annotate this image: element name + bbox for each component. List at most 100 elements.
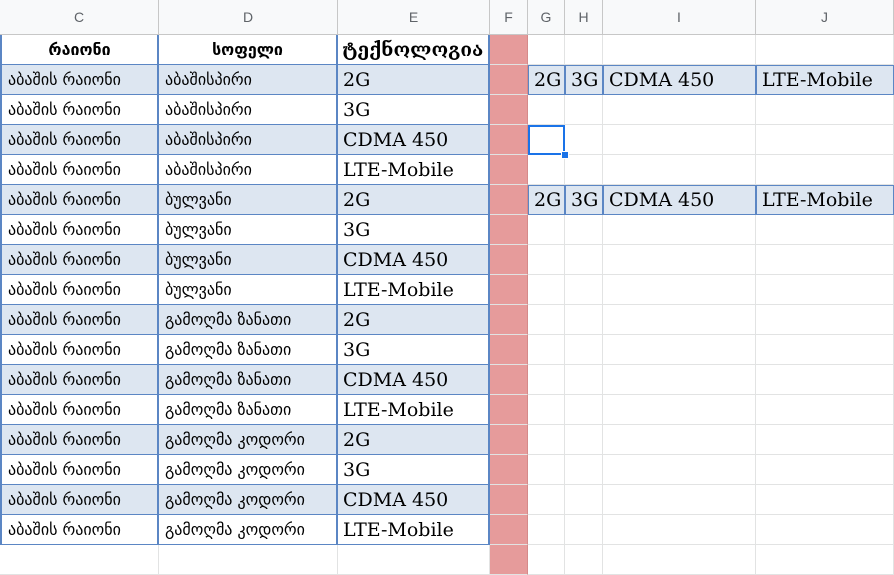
table-cell[interactable]: 2G [338, 185, 490, 215]
header-cell-district[interactable]: რაიონი [0, 35, 159, 65]
empty-cell[interactable] [603, 335, 756, 365]
empty-cell[interactable] [528, 35, 565, 65]
column-header-f[interactable]: F [490, 0, 528, 35]
empty-cell[interactable] [528, 515, 565, 545]
empty-cell[interactable] [338, 545, 490, 575]
transposed-cell[interactable]: 3G [565, 185, 603, 215]
empty-cell[interactable] [565, 365, 603, 395]
table-cell[interactable]: გამოღმა კოდორი [159, 425, 338, 455]
empty-cell[interactable] [528, 215, 565, 245]
empty-cell[interactable] [565, 35, 603, 65]
table-cell[interactable]: 3G [338, 215, 490, 245]
table-cell[interactable]: ბულვანი [159, 275, 338, 305]
table-cell[interactable]: აბაშის რაიონი [0, 155, 159, 185]
transposed-cell[interactable]: LTE-Mobile [756, 185, 894, 215]
empty-cell[interactable] [756, 275, 894, 305]
empty-cell[interactable] [528, 545, 565, 575]
fill-handle[interactable] [561, 151, 569, 159]
empty-cell[interactable] [756, 95, 894, 125]
empty-cell[interactable] [565, 335, 603, 365]
empty-cell[interactable] [603, 365, 756, 395]
column-header-j[interactable]: J [756, 0, 894, 35]
empty-cell[interactable] [756, 305, 894, 335]
empty-cell[interactable] [565, 425, 603, 455]
separator-cell[interactable] [490, 185, 528, 215]
empty-cell[interactable] [159, 545, 338, 575]
table-cell[interactable]: CDMA 450 [338, 125, 490, 155]
empty-cell[interactable] [528, 155, 565, 185]
table-cell[interactable]: აბაშის რაიონი [0, 215, 159, 245]
table-cell[interactable]: CDMA 450 [338, 485, 490, 515]
table-cell[interactable]: აბაშისპირი [159, 65, 338, 95]
empty-cell[interactable] [0, 545, 159, 575]
table-cell[interactable]: LTE-Mobile [338, 275, 490, 305]
table-cell[interactable]: აბაშის რაიონი [0, 275, 159, 305]
empty-cell[interactable] [565, 455, 603, 485]
table-cell[interactable]: LTE-Mobile [338, 155, 490, 185]
table-cell[interactable]: აბაშისპირი [159, 95, 338, 125]
empty-cell[interactable] [756, 125, 894, 155]
table-cell[interactable]: ბულვანი [159, 245, 338, 275]
empty-cell[interactable] [528, 275, 565, 305]
table-cell[interactable]: 2G [338, 65, 490, 95]
empty-cell[interactable] [756, 35, 894, 65]
separator-cell[interactable] [490, 545, 528, 575]
empty-cell[interactable] [756, 335, 894, 365]
table-cell[interactable]: აბაშის რაიონი [0, 185, 159, 215]
empty-cell[interactable] [756, 155, 894, 185]
empty-cell[interactable] [603, 215, 756, 245]
empty-cell[interactable] [603, 95, 756, 125]
table-cell[interactable]: CDMA 450 [338, 365, 490, 395]
empty-cell[interactable] [603, 545, 756, 575]
table-cell[interactable]: გამოღმა ზანათი [159, 335, 338, 365]
empty-cell[interactable] [528, 305, 565, 335]
empty-cell[interactable] [603, 455, 756, 485]
transposed-cell[interactable]: CDMA 450 [603, 65, 756, 95]
separator-cell[interactable] [490, 95, 528, 125]
table-cell[interactable]: აბაშის რაიონი [0, 425, 159, 455]
separator-cell[interactable] [490, 335, 528, 365]
empty-cell[interactable] [603, 305, 756, 335]
table-cell[interactable]: ბულვანი [159, 185, 338, 215]
table-cell[interactable]: აბაშის რაიონი [0, 65, 159, 95]
table-cell[interactable]: აბაშის რაიონი [0, 485, 159, 515]
empty-cell[interactable] [756, 425, 894, 455]
empty-cell[interactable] [565, 485, 603, 515]
table-cell[interactable]: 3G [338, 95, 490, 125]
empty-cell[interactable] [528, 425, 565, 455]
empty-cell[interactable] [565, 545, 603, 575]
header-cell-village[interactable]: სოფელი [159, 35, 338, 65]
table-cell[interactable]: გამოღმა კოდორი [159, 515, 338, 545]
empty-cell[interactable] [603, 245, 756, 275]
empty-cell[interactable] [756, 215, 894, 245]
table-cell[interactable]: 2G [338, 425, 490, 455]
table-cell[interactable]: აბაშის რაიონი [0, 245, 159, 275]
empty-cell[interactable] [565, 515, 603, 545]
table-cell[interactable]: CDMA 450 [338, 245, 490, 275]
selected-cell-g3[interactable] [528, 125, 565, 155]
empty-cell[interactable] [528, 365, 565, 395]
column-header-c[interactable]: C [0, 0, 159, 35]
separator-cell[interactable] [490, 155, 528, 185]
header-cell-technology[interactable]: ტექნოლოგია [338, 35, 490, 65]
table-cell[interactable]: გამოღმა ზანათი [159, 305, 338, 335]
column-header-h[interactable]: H [565, 0, 603, 35]
empty-cell[interactable] [603, 125, 756, 155]
transposed-cell[interactable]: 3G [565, 65, 603, 95]
empty-cell[interactable] [603, 275, 756, 305]
empty-cell[interactable] [756, 515, 894, 545]
empty-cell[interactable] [528, 245, 565, 275]
table-cell[interactable]: გამოღმა ზანათი [159, 365, 338, 395]
table-cell[interactable]: აბაშის რაიონი [0, 395, 159, 425]
column-header-g[interactable]: G [528, 0, 565, 35]
separator-cell[interactable] [490, 425, 528, 455]
separator-cell[interactable] [490, 515, 528, 545]
table-cell[interactable]: აბაშის რაიონი [0, 365, 159, 395]
table-cell[interactable]: აბაშის რაიონი [0, 95, 159, 125]
transposed-cell[interactable]: CDMA 450 [603, 185, 756, 215]
separator-cell[interactable] [490, 395, 528, 425]
empty-cell[interactable] [528, 395, 565, 425]
separator-cell[interactable] [490, 245, 528, 275]
table-cell[interactable]: აბაშის რაიონი [0, 125, 159, 155]
empty-cell[interactable] [603, 515, 756, 545]
